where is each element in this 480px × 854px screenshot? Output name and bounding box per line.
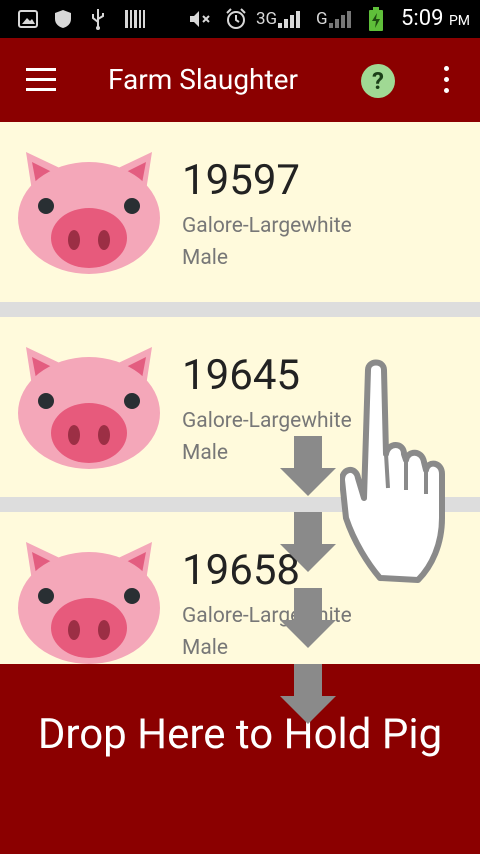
down-arrow-icon [280,588,336,648]
app-bar: Farm Slaughter ? [0,38,480,122]
pig-face-icon [18,152,160,274]
pig-id: 19645 [182,351,301,400]
overflow-menu-icon[interactable] [441,66,451,96]
signal-g-icon: G [316,0,354,38]
battery-charging-icon [368,0,384,38]
pig-id: 19597 [182,156,301,205]
pig-breed: Galore-Largewhite [182,214,352,238]
pig-face-icon [18,542,160,664]
app-title: Farm Slaughter [108,63,298,96]
network-type-1: 3G [256,9,278,29]
pig-sex: Male [182,636,228,660]
barcode-icon [124,0,146,38]
pig-sex: Male [182,246,228,270]
clock-ampm: PM [448,13,470,29]
gallery-icon [18,0,38,38]
down-arrow-icon [280,436,336,496]
signal-3g-icon: 3G [256,0,303,38]
network-type-2: G [316,9,328,29]
status-bar: 3G G 5:09 PM [0,0,480,38]
pig-sex: Male [182,441,228,465]
hamburger-menu-icon[interactable] [26,68,56,92]
drop-zone-label: Drop Here to Hold Pig [37,710,443,759]
pig-face-icon [18,347,160,469]
help-icon[interactable]: ? [361,64,395,98]
shield-icon [54,0,72,38]
alarm-icon [224,0,248,38]
down-arrow-icon [280,664,336,724]
pointing-hand-icon [340,359,445,583]
drop-zone[interactable]: Drop Here to Hold Pig [0,664,480,854]
mute-icon [188,0,212,38]
pig-list-item[interactable]: 19597 Galore-Largewhite Male [0,122,480,302]
down-arrow-icon [280,512,336,572]
clock-time: 5:09 [401,6,444,31]
usb-icon [90,0,106,38]
status-clock: 5:09 PM [401,0,470,38]
pig-breed: Galore-Largewhite [182,409,352,433]
